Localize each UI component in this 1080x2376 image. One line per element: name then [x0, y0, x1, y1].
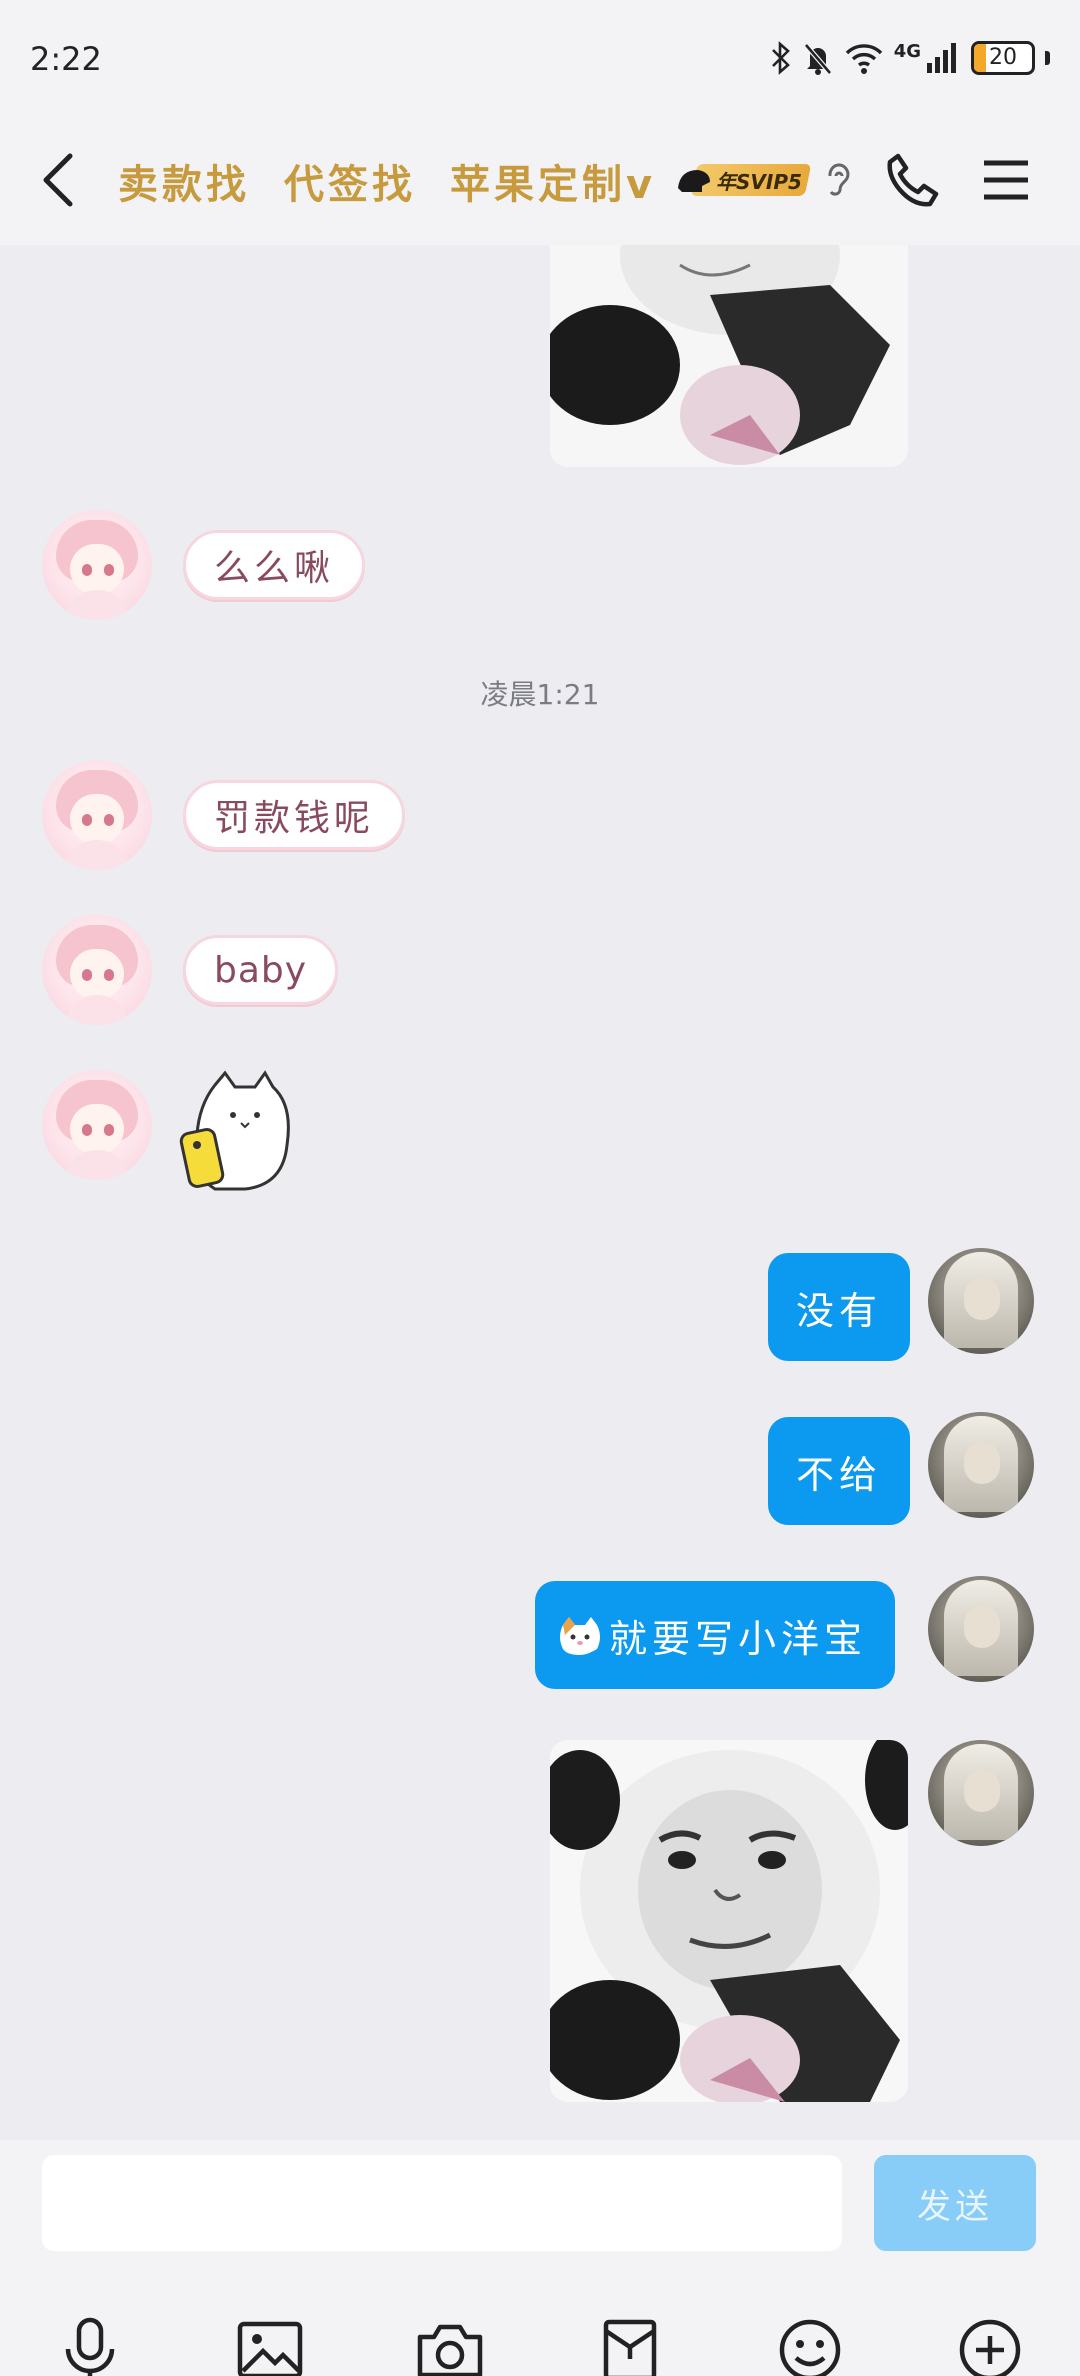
status-time: 2:22: [30, 40, 102, 78]
panda-meme-image: [550, 1740, 908, 2102]
network-type: 4G: [893, 40, 921, 62]
title-part-1: 卖款找: [118, 162, 250, 208]
camera-icon: [417, 2324, 483, 2376]
title-part-3: 苹果定制v: [450, 162, 657, 208]
contact-avatar[interactable]: [42, 1070, 152, 1180]
message-text: 不给: [796, 1452, 883, 1497]
signal-icon: [927, 43, 956, 73]
message-input[interactable]: [42, 2155, 842, 2251]
contact-avatar[interactable]: [42, 915, 152, 1025]
battery-tip: [1045, 51, 1050, 65]
battery-icon: 20: [971, 41, 1035, 75]
menu-icon[interactable]: [982, 158, 1030, 202]
message-bubble-incoming[interactable]: 罚款钱呢: [183, 780, 406, 850]
more-button[interactable]: [955, 2315, 1025, 2376]
message-bubble-outgoing[interactable]: 没有: [768, 1253, 911, 1361]
image-icon: [237, 2321, 303, 2376]
message-bubble-outgoing[interactable]: 不给: [768, 1417, 911, 1525]
send-button[interactable]: 发送: [874, 2155, 1036, 2251]
bluetooth-icon: [771, 41, 790, 75]
message-list[interactable]: 么么啾 凌晨1:21 罚款钱呢 baby 没有 不给 就要写小洋宝: [0, 245, 1080, 2140]
status-bar: 2:22 4G 20: [0, 0, 1080, 120]
message-text: 没有: [796, 1288, 883, 1333]
my-avatar[interactable]: [928, 1740, 1034, 1846]
time-separator: 凌晨1:21: [480, 678, 600, 711]
wifi-icon: [845, 44, 882, 74]
message-bubble-incoming[interactable]: 么么啾: [183, 530, 366, 600]
helmet-icon: [678, 170, 710, 192]
red-packet-icon: [603, 2319, 657, 2376]
image-message-partial[interactable]: [550, 245, 908, 467]
input-bar: 发送: [0, 2140, 1080, 2376]
battery-text: 20: [989, 45, 1017, 70]
message-text: baby: [214, 949, 308, 991]
chat-header: 卖款找 代签找 苹果定制v 年SVIP5: [0, 120, 1080, 245]
contact-avatar[interactable]: [42, 760, 152, 870]
phone-call-icon[interactable]: [884, 150, 942, 210]
cat-sticker[interactable]: [175, 1065, 305, 1195]
message-bubble-incoming[interactable]: baby: [183, 935, 339, 1005]
back-icon[interactable]: [38, 150, 78, 210]
message-bubble-outgoing[interactable]: 就要写小洋宝: [535, 1581, 896, 1689]
status-icons: 4G 20: [770, 38, 1050, 78]
image-message[interactable]: [550, 1740, 908, 2102]
title-part-2: 代签找: [284, 162, 416, 208]
contact-avatar[interactable]: [42, 510, 152, 620]
red-packet-button[interactable]: [595, 2315, 665, 2376]
message-text: 就要写小洋宝: [609, 1616, 868, 1661]
microphone-icon: [65, 2317, 115, 2376]
chat-title[interactable]: 卖款找 代签找 苹果定制v: [118, 152, 656, 210]
cat-emoji-icon: [560, 1617, 600, 1655]
my-avatar[interactable]: [928, 1412, 1034, 1518]
svip-text: 年SVIP5: [716, 170, 802, 194]
voice-button[interactable]: [55, 2315, 125, 2376]
svip-badge[interactable]: 年SVIP5: [676, 160, 812, 200]
my-avatar[interactable]: [928, 1248, 1034, 1354]
emoji-button[interactable]: [775, 2315, 845, 2376]
camera-button[interactable]: [415, 2315, 485, 2376]
album-button[interactable]: [235, 2315, 305, 2376]
mute-bell-icon: [803, 43, 832, 75]
plus-icon: [959, 2319, 1021, 2376]
message-text: 么么啾: [214, 548, 335, 589]
panda-meme-image: [550, 245, 908, 467]
message-text: 罚款钱呢: [214, 798, 375, 839]
my-avatar[interactable]: [928, 1576, 1034, 1682]
emoji-icon: [779, 2319, 841, 2376]
ear-icon[interactable]: [824, 160, 854, 200]
